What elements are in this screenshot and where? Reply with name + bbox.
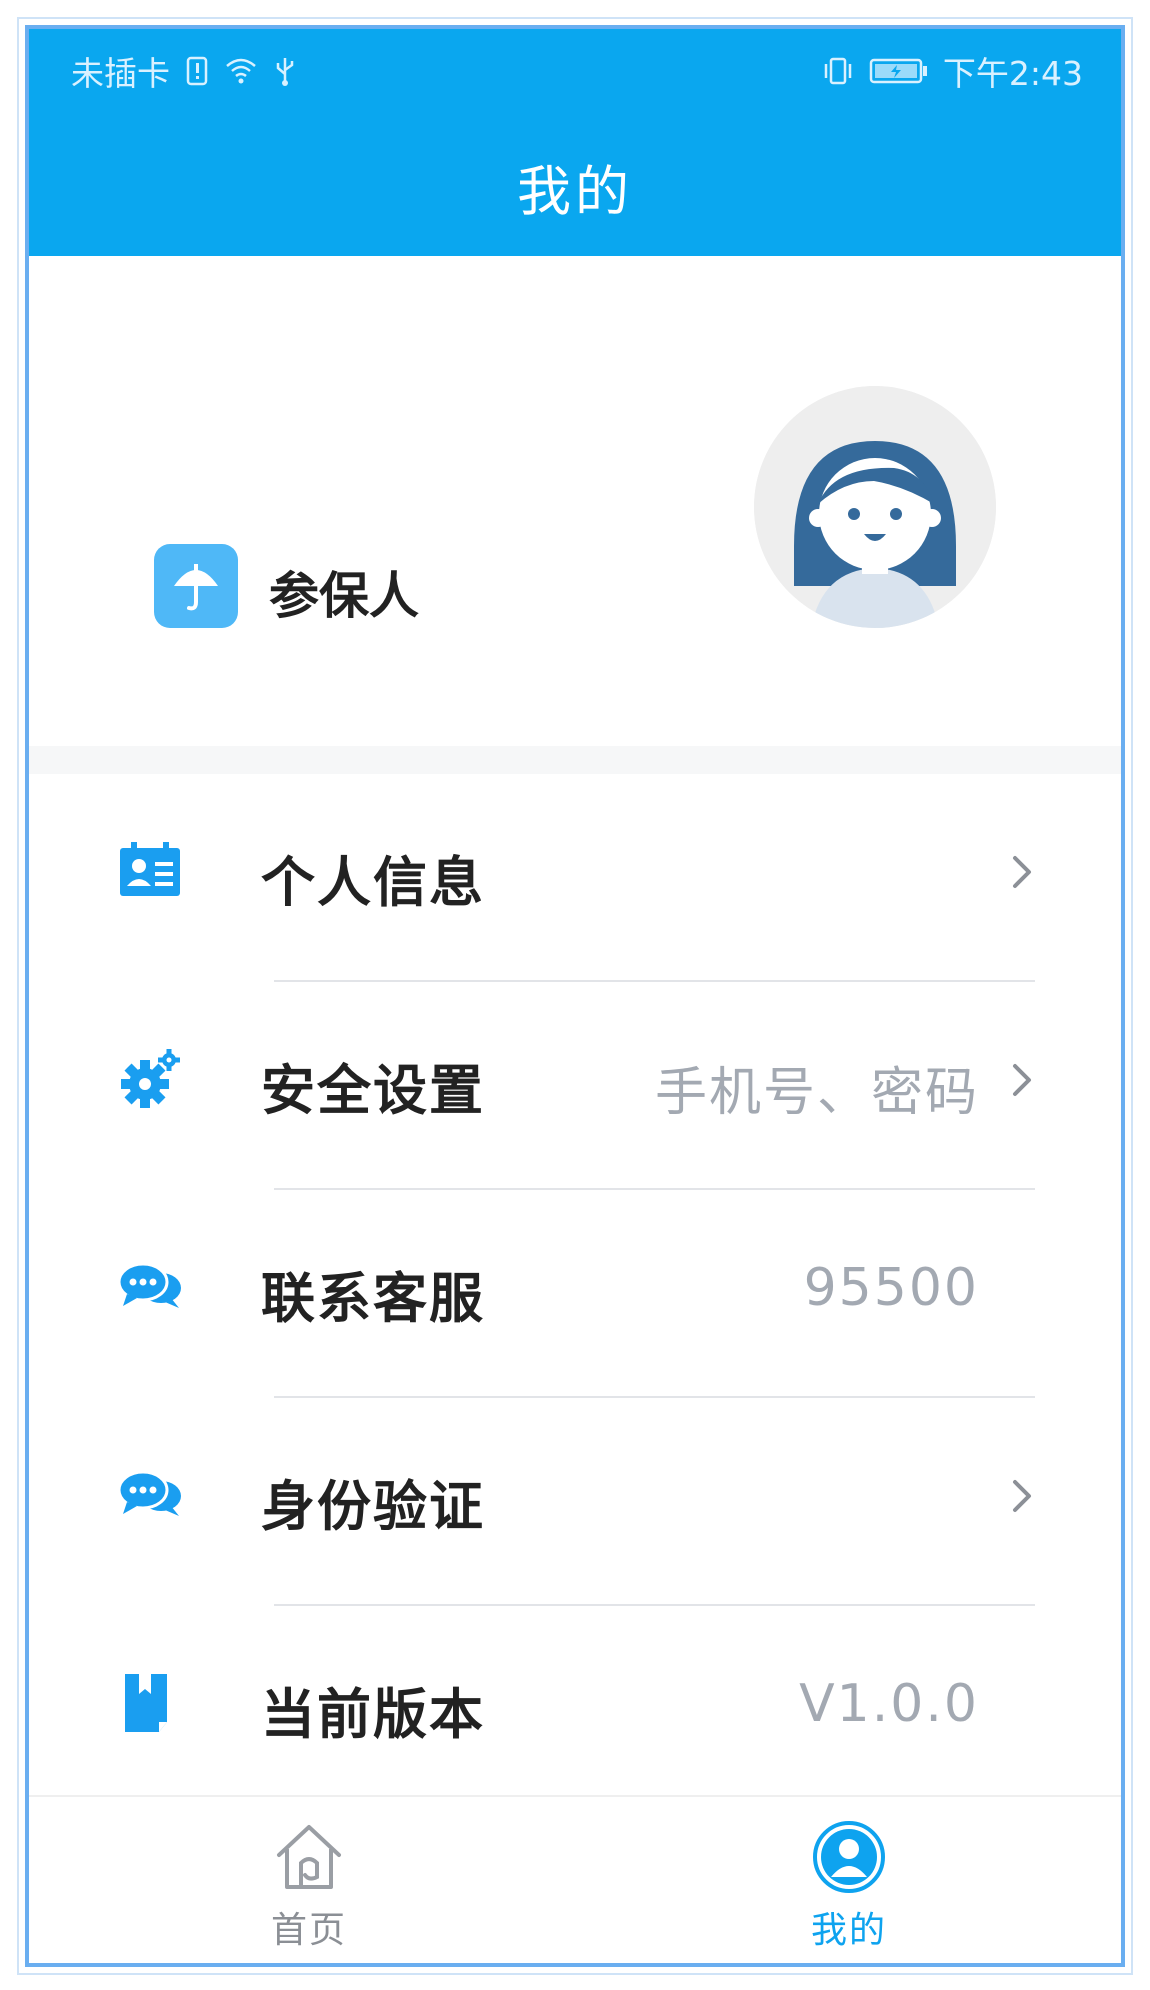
section-gap — [29, 746, 1121, 774]
status-left: 未插卡 — [71, 47, 302, 95]
chevron-right-icon — [1013, 1064, 1031, 1096]
status-bar: 未插卡 下午2:43 — [29, 29, 1121, 104]
chat-icon — [117, 1262, 181, 1308]
menu-item-label: 安全设置 — [261, 1059, 485, 1122]
menu-item-label: 当前版本 — [261, 1683, 485, 1746]
phone-number[interactable]: 95500 — [804, 1258, 979, 1318]
header: 未插卡 下午2:43 我的 — [29, 29, 1121, 256]
usb-icon — [276, 58, 294, 86]
tab-label: 我的 — [810, 1910, 887, 1951]
chevron-right-icon — [1013, 1480, 1031, 1512]
menu-item-identity-verification[interactable]: 身份验证 — [29, 1398, 1121, 1606]
menu-item-personal-info[interactable]: 个人信息 — [29, 774, 1121, 982]
bottom-tab-bar: 首页 我的 — [29, 1795, 1121, 1963]
sim-alert-icon — [186, 56, 208, 86]
role-label: 参保人 — [269, 567, 419, 625]
tab-home[interactable]: 首页 — [249, 1819, 369, 1953]
profile-card[interactable]: 参保人 — [29, 256, 1121, 746]
menu-item-customer-service[interactable]: 联系客服 95500 — [29, 1190, 1121, 1398]
version-number: V1.0.0 — [799, 1674, 979, 1734]
menu-item-value: 手机号、密码 — [654, 1063, 979, 1123]
avatar-illustration — [754, 386, 996, 628]
menu-item-label: 身份验证 — [261, 1475, 485, 1538]
clock-text: 下午2:43 — [942, 54, 1083, 93]
chevron-right-icon — [1013, 856, 1031, 888]
home-icon — [277, 1825, 341, 1889]
avatar[interactable] — [754, 386, 996, 628]
book-icon — [125, 1674, 167, 1732]
id-card-icon — [120, 842, 180, 896]
chat-icon — [117, 1470, 181, 1516]
page-title: 我的 — [517, 160, 633, 223]
user-icon — [813, 1821, 885, 1893]
tab-mine[interactable]: 我的 — [789, 1819, 909, 1953]
gear-icon — [121, 1049, 180, 1108]
status-right: 下午2:43 — [821, 47, 1083, 95]
phone-screen: 未插卡 下午2:43 我的 参保人 个人信息 安全设置 手机号、密码 联系客服 … — [25, 25, 1125, 1967]
vibrate-icon — [824, 57, 852, 85]
battery-icon — [869, 58, 927, 84]
wifi-icon — [226, 58, 256, 84]
tab-label: 首页 — [270, 1910, 347, 1951]
menu-item-label: 个人信息 — [261, 851, 485, 914]
menu-item-security[interactable]: 安全设置 手机号、密码 — [29, 982, 1121, 1190]
umbrella-icon — [154, 544, 238, 628]
menu-item-version[interactable]: 当前版本 V1.0.0 — [29, 1606, 1121, 1814]
menu-item-label: 联系客服 — [261, 1267, 485, 1330]
carrier-text: 未插卡 — [71, 54, 170, 93]
